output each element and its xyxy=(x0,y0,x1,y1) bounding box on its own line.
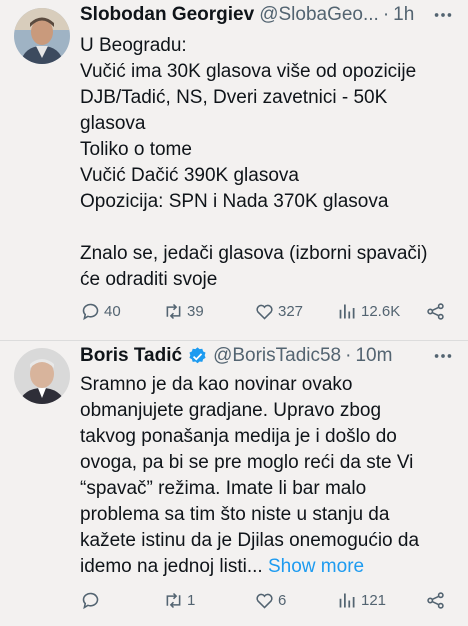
views-count: 12.6K xyxy=(361,302,401,320)
text-line-last: idemo na jednoj listi... Show more xyxy=(80,554,456,580)
share-button[interactable] xyxy=(425,298,449,324)
text-line: problema sa tim što niste u stanju da xyxy=(80,504,390,525)
text-line: Vučić Dačić 390K glasova xyxy=(80,165,299,186)
reply-icon xyxy=(82,592,99,609)
show-more-link[interactable]: Show more xyxy=(268,556,364,577)
text-line: Toliko o tome xyxy=(80,139,192,160)
like-count: 6 xyxy=(278,591,287,609)
views-icon xyxy=(339,304,355,318)
author-handle[interactable]: @SlobaGeo... xyxy=(259,4,379,26)
text-line: će odraditi svoje xyxy=(80,269,218,290)
text-line: Sramno je da kao novinar ovako xyxy=(80,374,353,395)
text-line: U Beogradu: xyxy=(80,35,187,56)
separator-dot: · xyxy=(382,4,390,25)
text-line: kažete istinu da je Djilas onemogućio da xyxy=(80,530,420,551)
text-line: glasova xyxy=(80,113,146,134)
reply-button[interactable]: 40 xyxy=(80,298,121,324)
text-line xyxy=(80,215,456,241)
retweet-count: 1 xyxy=(187,591,196,609)
tweet-time[interactable]: 1h xyxy=(393,4,414,26)
tweet-text: U Beogradu: Vučić ima 30K glasova više od… xyxy=(80,33,456,293)
tweet-actions: 1 6 121 xyxy=(0,587,468,613)
like-button[interactable]: 6 xyxy=(254,587,286,613)
author-handle[interactable]: @BorisTadic58 xyxy=(213,345,341,367)
like-button[interactable]: 327 xyxy=(254,298,303,324)
retweet-icon xyxy=(166,592,181,608)
text-line: idemo na jednoj listi... xyxy=(80,556,263,577)
tweet-actions: 40 39 327 12.6K xyxy=(0,298,468,324)
retweet-count: 39 xyxy=(187,302,204,320)
share-button[interactable] xyxy=(425,587,449,613)
views-button[interactable]: 12.6K xyxy=(337,298,400,324)
views-count: 121 xyxy=(361,591,387,609)
text-line: obmanjujete gradjane. Upravo zbog xyxy=(80,400,382,421)
reply-icon xyxy=(82,303,99,320)
tweet-time[interactable]: 10m xyxy=(355,345,392,367)
avatar[interactable] xyxy=(14,348,70,404)
text-line: takvog ponašanja medija je i došlo do xyxy=(80,426,397,447)
share-icon xyxy=(427,302,444,320)
more-options-icon[interactable] xyxy=(432,343,454,369)
author-name[interactable]: Slobodan Georgiev xyxy=(80,4,254,26)
avatar[interactable] xyxy=(14,8,70,64)
views-button[interactable]: 121 xyxy=(337,587,386,613)
tweet-text: Sramno je da kao novinar ovako obmanjujet… xyxy=(80,372,456,580)
author-name[interactable]: Boris Tadić xyxy=(80,345,182,367)
heart-icon xyxy=(256,304,273,320)
verified-badge-icon xyxy=(189,346,206,363)
text-line: Opozicija: SPN i Nada 370K glasova xyxy=(80,191,389,212)
separator-dot: · xyxy=(345,345,352,366)
text-line: DJB/Tadić, NS, Dveri zavetnici - 50K xyxy=(80,87,388,108)
tweet-1[interactable]: Slobodan Georgiev @SlobaGeo... · 1h U Be… xyxy=(0,0,468,340)
reply-button[interactable] xyxy=(80,587,104,613)
more-options-icon[interactable] xyxy=(432,2,454,28)
retweet-button[interactable]: 1 xyxy=(163,587,195,613)
tweet-header: Boris Tadić @BorisTadic58 · 10m xyxy=(80,343,458,369)
retweet-icon xyxy=(166,303,181,319)
tweet-header: Slobodan Georgiev @SlobaGeo... · 1h xyxy=(80,2,458,28)
retweet-button[interactable]: 39 xyxy=(163,298,204,324)
share-icon xyxy=(427,591,444,609)
text-line: “spavač” režima. Imate li bar malo xyxy=(80,478,367,499)
text-line: Vučić ima 30K glasova više od opozicije xyxy=(80,61,417,82)
like-count: 327 xyxy=(278,302,304,320)
text-line: ovoga, pa bi se pre moglo reći da ste Vi xyxy=(80,452,414,473)
heart-icon xyxy=(256,593,273,609)
tweet-2[interactable]: Boris Tadić @BorisTadic58 · 10m Sramno j… xyxy=(0,341,468,626)
reply-count: 40 xyxy=(104,302,121,320)
text-line: Znalo se, jedači glasova (izborni spavač… xyxy=(80,243,428,264)
views-icon xyxy=(339,593,355,607)
